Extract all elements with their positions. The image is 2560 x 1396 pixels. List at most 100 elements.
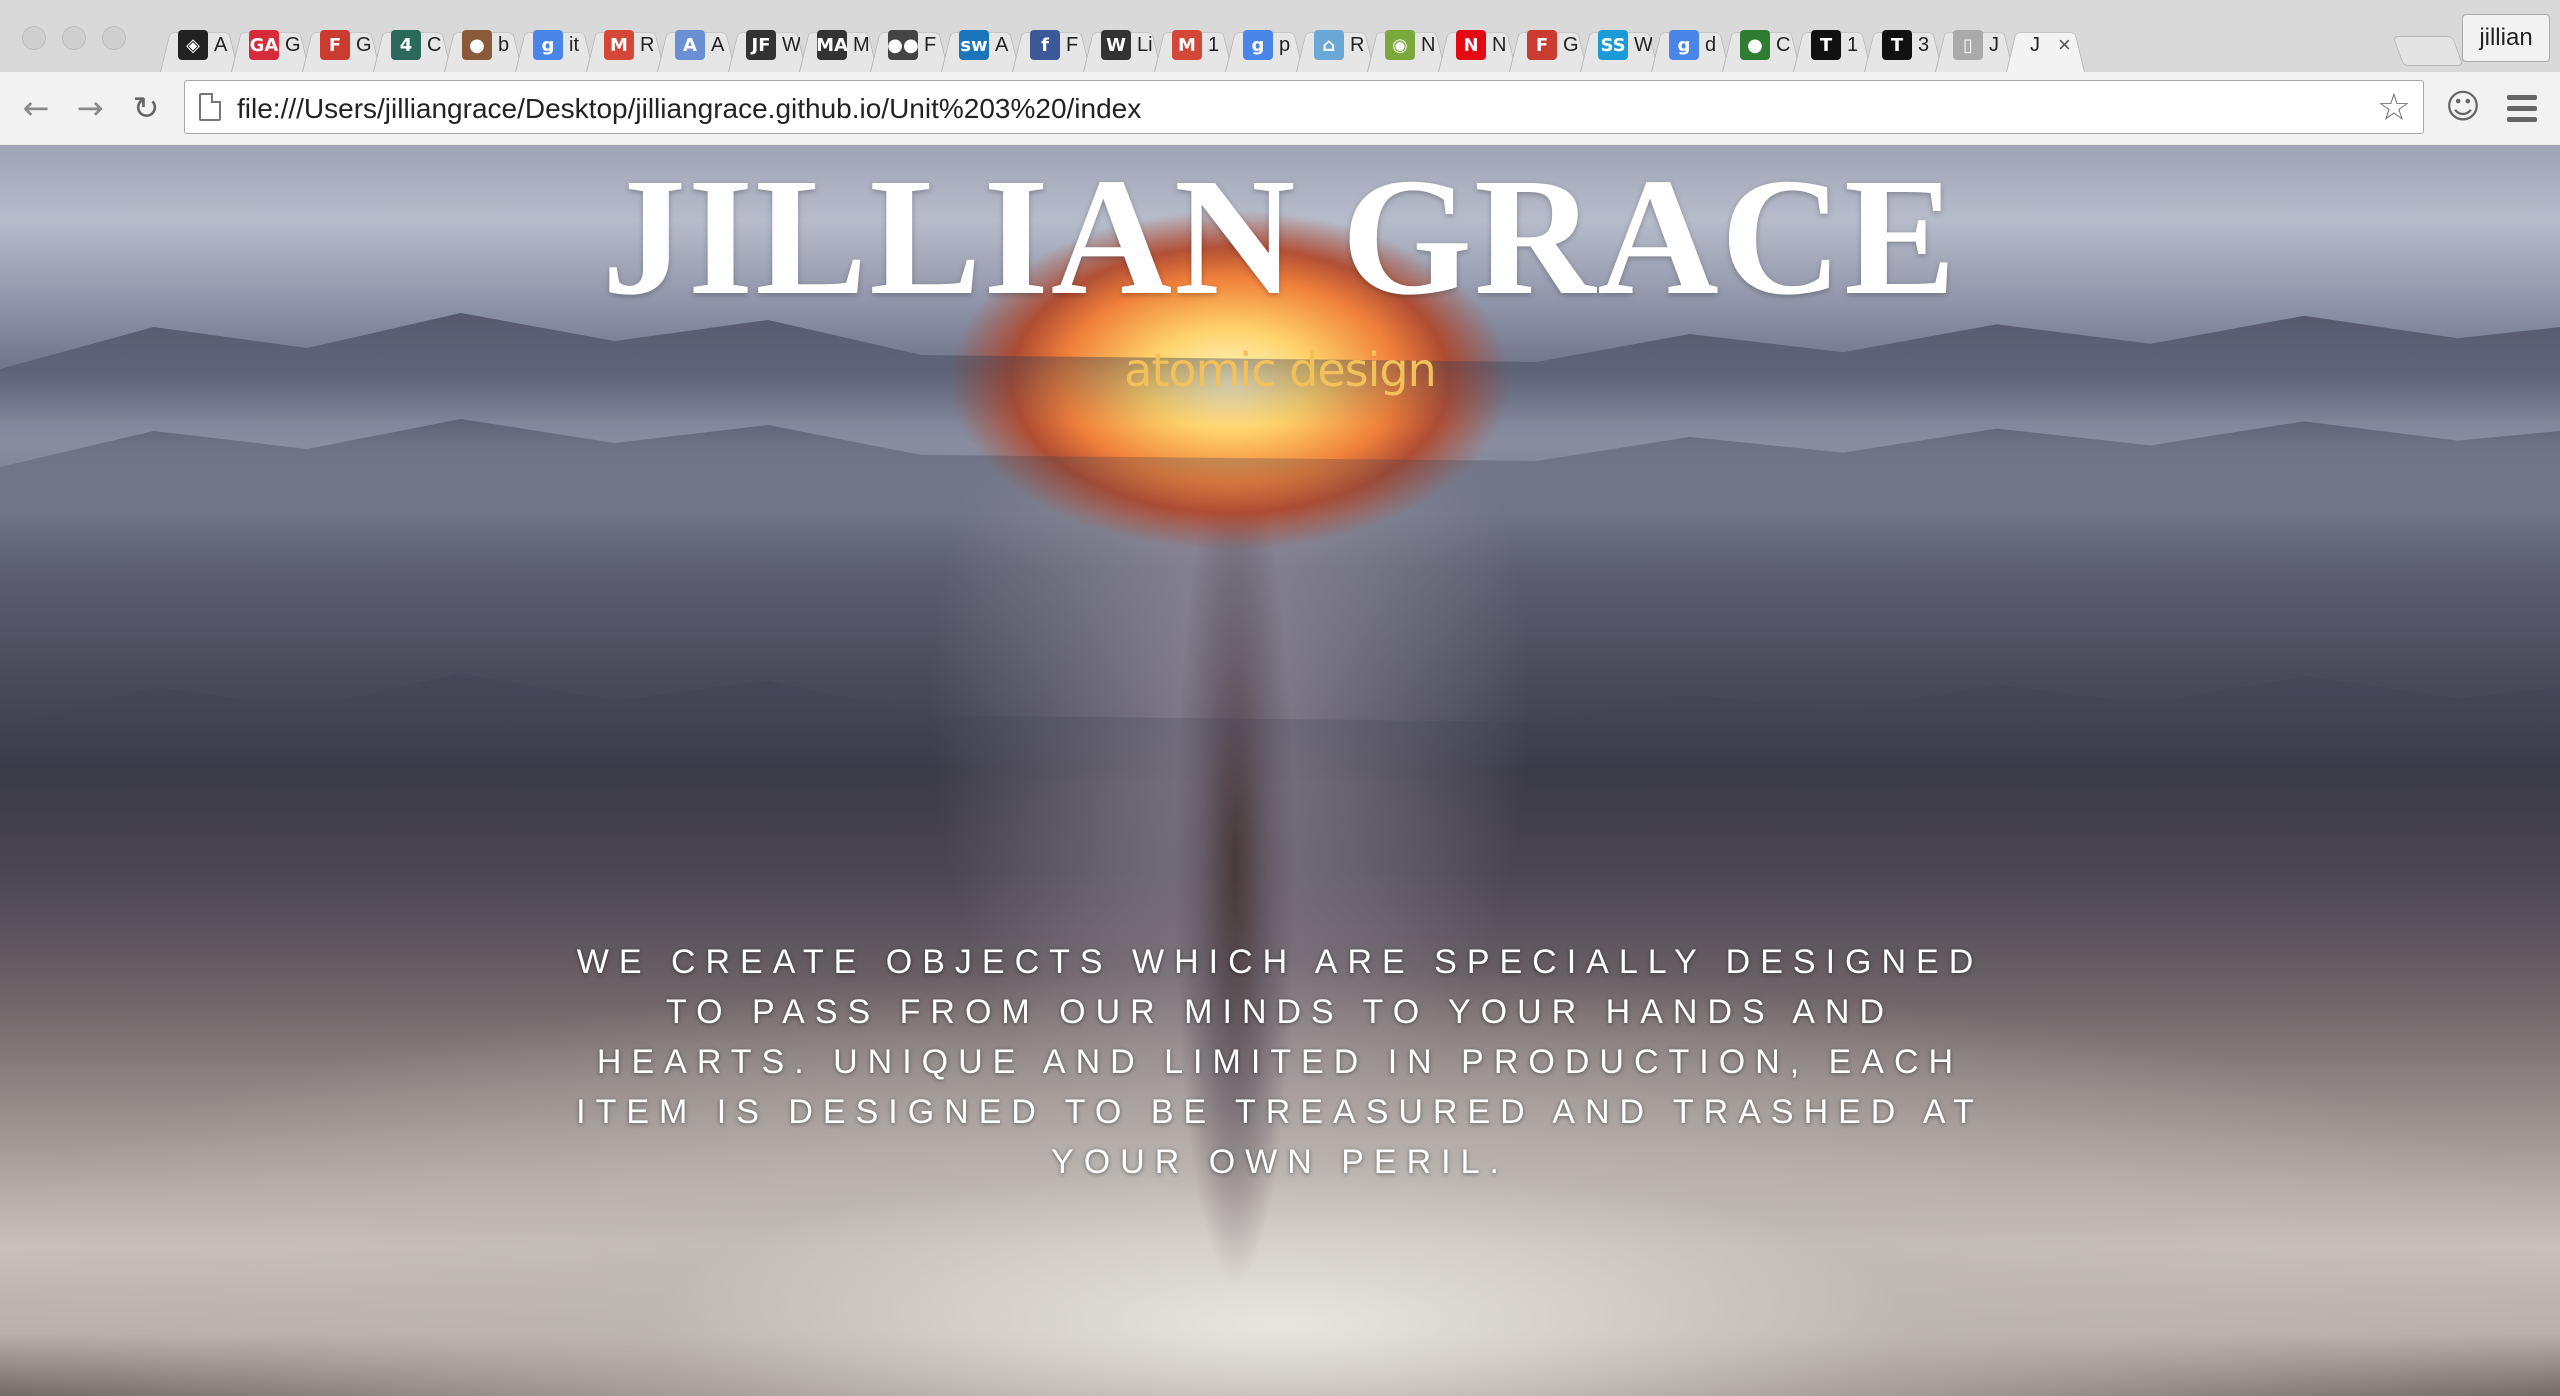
- page-title: JILLIAN GRACE: [601, 145, 1959, 330]
- tagline: WE CREATE OBJECTS WHICH ARE SPECIALLY DE…: [576, 943, 1984, 1181]
- t-icon: T: [1882, 30, 1912, 60]
- browser-tab[interactable]: ●● F: [870, 18, 949, 72]
- tab-title: R: [1350, 33, 1365, 56]
- gmail-icon: M: [604, 30, 634, 60]
- back-arrow-icon[interactable]: ←: [14, 86, 58, 130]
- bookmark-star-icon[interactable]: ☆: [2377, 85, 2411, 129]
- tab-title: M: [853, 33, 870, 56]
- wikipedia-icon: W: [1101, 30, 1131, 60]
- browser-tab[interactable]: W Li: [1083, 18, 1162, 72]
- tab-title: J: [1989, 33, 1999, 56]
- page-icon: [199, 93, 221, 121]
- google-icon: g: [1669, 30, 1699, 60]
- owl-icon: ◉: [1385, 30, 1415, 60]
- page-icon: ▯: [1953, 30, 1983, 60]
- tab-title: R: [640, 33, 655, 56]
- tab-strip: ◈ A GA G F G 4 C ● b g it M R A A JF W MA M ●● Fsw Af F W Li M 1 g p ⌂…: [0, 0, 2560, 72]
- gmail-icon: M: [1172, 30, 1202, 60]
- browser-tab[interactable]: T1: [1793, 18, 1872, 72]
- browser-tab[interactable]: ▯ J: [1935, 18, 2014, 72]
- minimize-window-button[interactable]: [62, 26, 86, 50]
- browser-tab[interactable]: ◉ N: [1367, 18, 1446, 72]
- tab-title: G: [1563, 33, 1579, 56]
- ga-icon: GA: [249, 30, 279, 60]
- browser-tab[interactable]: g it: [515, 18, 594, 72]
- tabs: ◈ A GA G F G 4 C ● b g it M R A A JF W MA M ●● Fsw Af F W Li M 1 g p ⌂…: [160, 18, 2077, 72]
- ss-icon: SS: [1598, 30, 1628, 60]
- flickr-icon: ●●: [887, 30, 919, 60]
- browser-tab[interactable]: J ×: [2006, 18, 2085, 72]
- tab-title: p: [1279, 33, 1291, 56]
- browser-tab[interactable]: gd: [1651, 18, 1730, 72]
- mountain-ridge: [0, 673, 2560, 785]
- tab-title: J: [2030, 33, 2040, 56]
- browser-tab[interactable]: 4C: [373, 18, 452, 72]
- tab-title: d: [1705, 33, 1717, 56]
- tab-title: Li: [1137, 33, 1153, 56]
- tab-title: 1: [1208, 33, 1220, 56]
- close-tab-icon[interactable]: ×: [2058, 32, 2071, 58]
- address-bar[interactable]: file:///Users/jilliangrace/Desktop/jilli…: [184, 80, 2424, 134]
- channel4-icon: 4: [391, 30, 421, 60]
- extension-icon[interactable]: ☺: [2440, 84, 2486, 130]
- browser-tab[interactable]: gp: [1225, 18, 1304, 72]
- profile-button[interactable]: jillian: [2462, 14, 2550, 62]
- browser-tab[interactable]: ◈ A: [160, 18, 239, 72]
- tab-title: C: [427, 33, 442, 56]
- fontfile-icon: F: [1527, 30, 1557, 60]
- tab-title: N: [1492, 33, 1507, 56]
- browser-tab[interactable]: AA: [657, 18, 736, 72]
- browser-tab[interactable]: MR: [586, 18, 665, 72]
- tab-title: C: [1776, 33, 1791, 56]
- url-text[interactable]: file:///Users/jilliangrace/Desktop/jilli…: [237, 93, 1141, 125]
- menu-icon[interactable]: [2500, 86, 2544, 130]
- tab-title: N: [1421, 33, 1436, 56]
- browser-tab[interactable]: T3: [1864, 18, 1943, 72]
- codepen-icon: ◈: [178, 30, 208, 60]
- browser-tab[interactable]: FG: [1509, 18, 1588, 72]
- browser-tab[interactable]: ⌂ R: [1296, 18, 1375, 72]
- jf-icon: JF: [746, 30, 776, 60]
- browser-tab[interactable]: ● C: [1722, 18, 1801, 72]
- mam-icon: MA: [816, 30, 848, 60]
- forward-arrow-icon[interactable]: →: [68, 86, 112, 130]
- sw-icon: sw: [959, 30, 989, 60]
- browser-tab[interactable]: FG: [302, 18, 381, 72]
- browser-toolbar: ← → ↻ file:///Users/jilliangrace/Desktop…: [0, 72, 2560, 144]
- tab-title: 1: [1847, 33, 1859, 56]
- google-icon: g: [533, 30, 563, 60]
- tab-title: F: [1066, 33, 1079, 56]
- browser-tab[interactable]: sw A: [941, 18, 1020, 72]
- browser-chrome: ◈ A GA G F G 4 C ● b g it M R A A JF W MA M ●● Fsw Af F W Li M 1 g p ⌂…: [0, 0, 2560, 144]
- browser-tab[interactable]: MA M: [799, 18, 878, 72]
- font-a-icon: A: [675, 30, 705, 60]
- tab-title: W: [782, 33, 800, 56]
- tab-title: G: [356, 33, 372, 56]
- tab-title: it: [569, 33, 579, 56]
- tab-title: G: [285, 33, 301, 56]
- tab-title: A: [711, 33, 725, 56]
- browser-tab[interactable]: ● b: [444, 18, 523, 72]
- browser-tab[interactable]: M1: [1154, 18, 1233, 72]
- browser-tab[interactable]: JF W: [728, 18, 807, 72]
- netflix-icon: N: [1456, 30, 1486, 60]
- reload-icon[interactable]: ↻: [124, 86, 168, 130]
- fontfile-icon: F: [320, 30, 350, 60]
- google-icon: g: [1243, 30, 1273, 60]
- tab-title: A: [214, 33, 228, 56]
- close-window-button[interactable]: [22, 26, 46, 50]
- tab-title: F: [924, 33, 937, 56]
- tab-title: 3: [1918, 33, 1930, 56]
- browser-tab[interactable]: SS W: [1580, 18, 1659, 72]
- page-subtitle: atomic design: [1124, 343, 1436, 397]
- browser-tab[interactable]: NN: [1438, 18, 1517, 72]
- avatar-icon: ●: [462, 30, 492, 60]
- facebook-icon: f: [1030, 30, 1060, 60]
- tab-title: W: [1634, 33, 1652, 56]
- browser-tab[interactable]: fF: [1012, 18, 1091, 72]
- new-tab-button[interactable]: [2392, 36, 2464, 66]
- home-icon: ⌂: [1314, 30, 1344, 60]
- browser-tab[interactable]: GA G: [231, 18, 310, 72]
- tab-title: b: [498, 33, 510, 56]
- zoom-window-button[interactable]: [102, 26, 126, 50]
